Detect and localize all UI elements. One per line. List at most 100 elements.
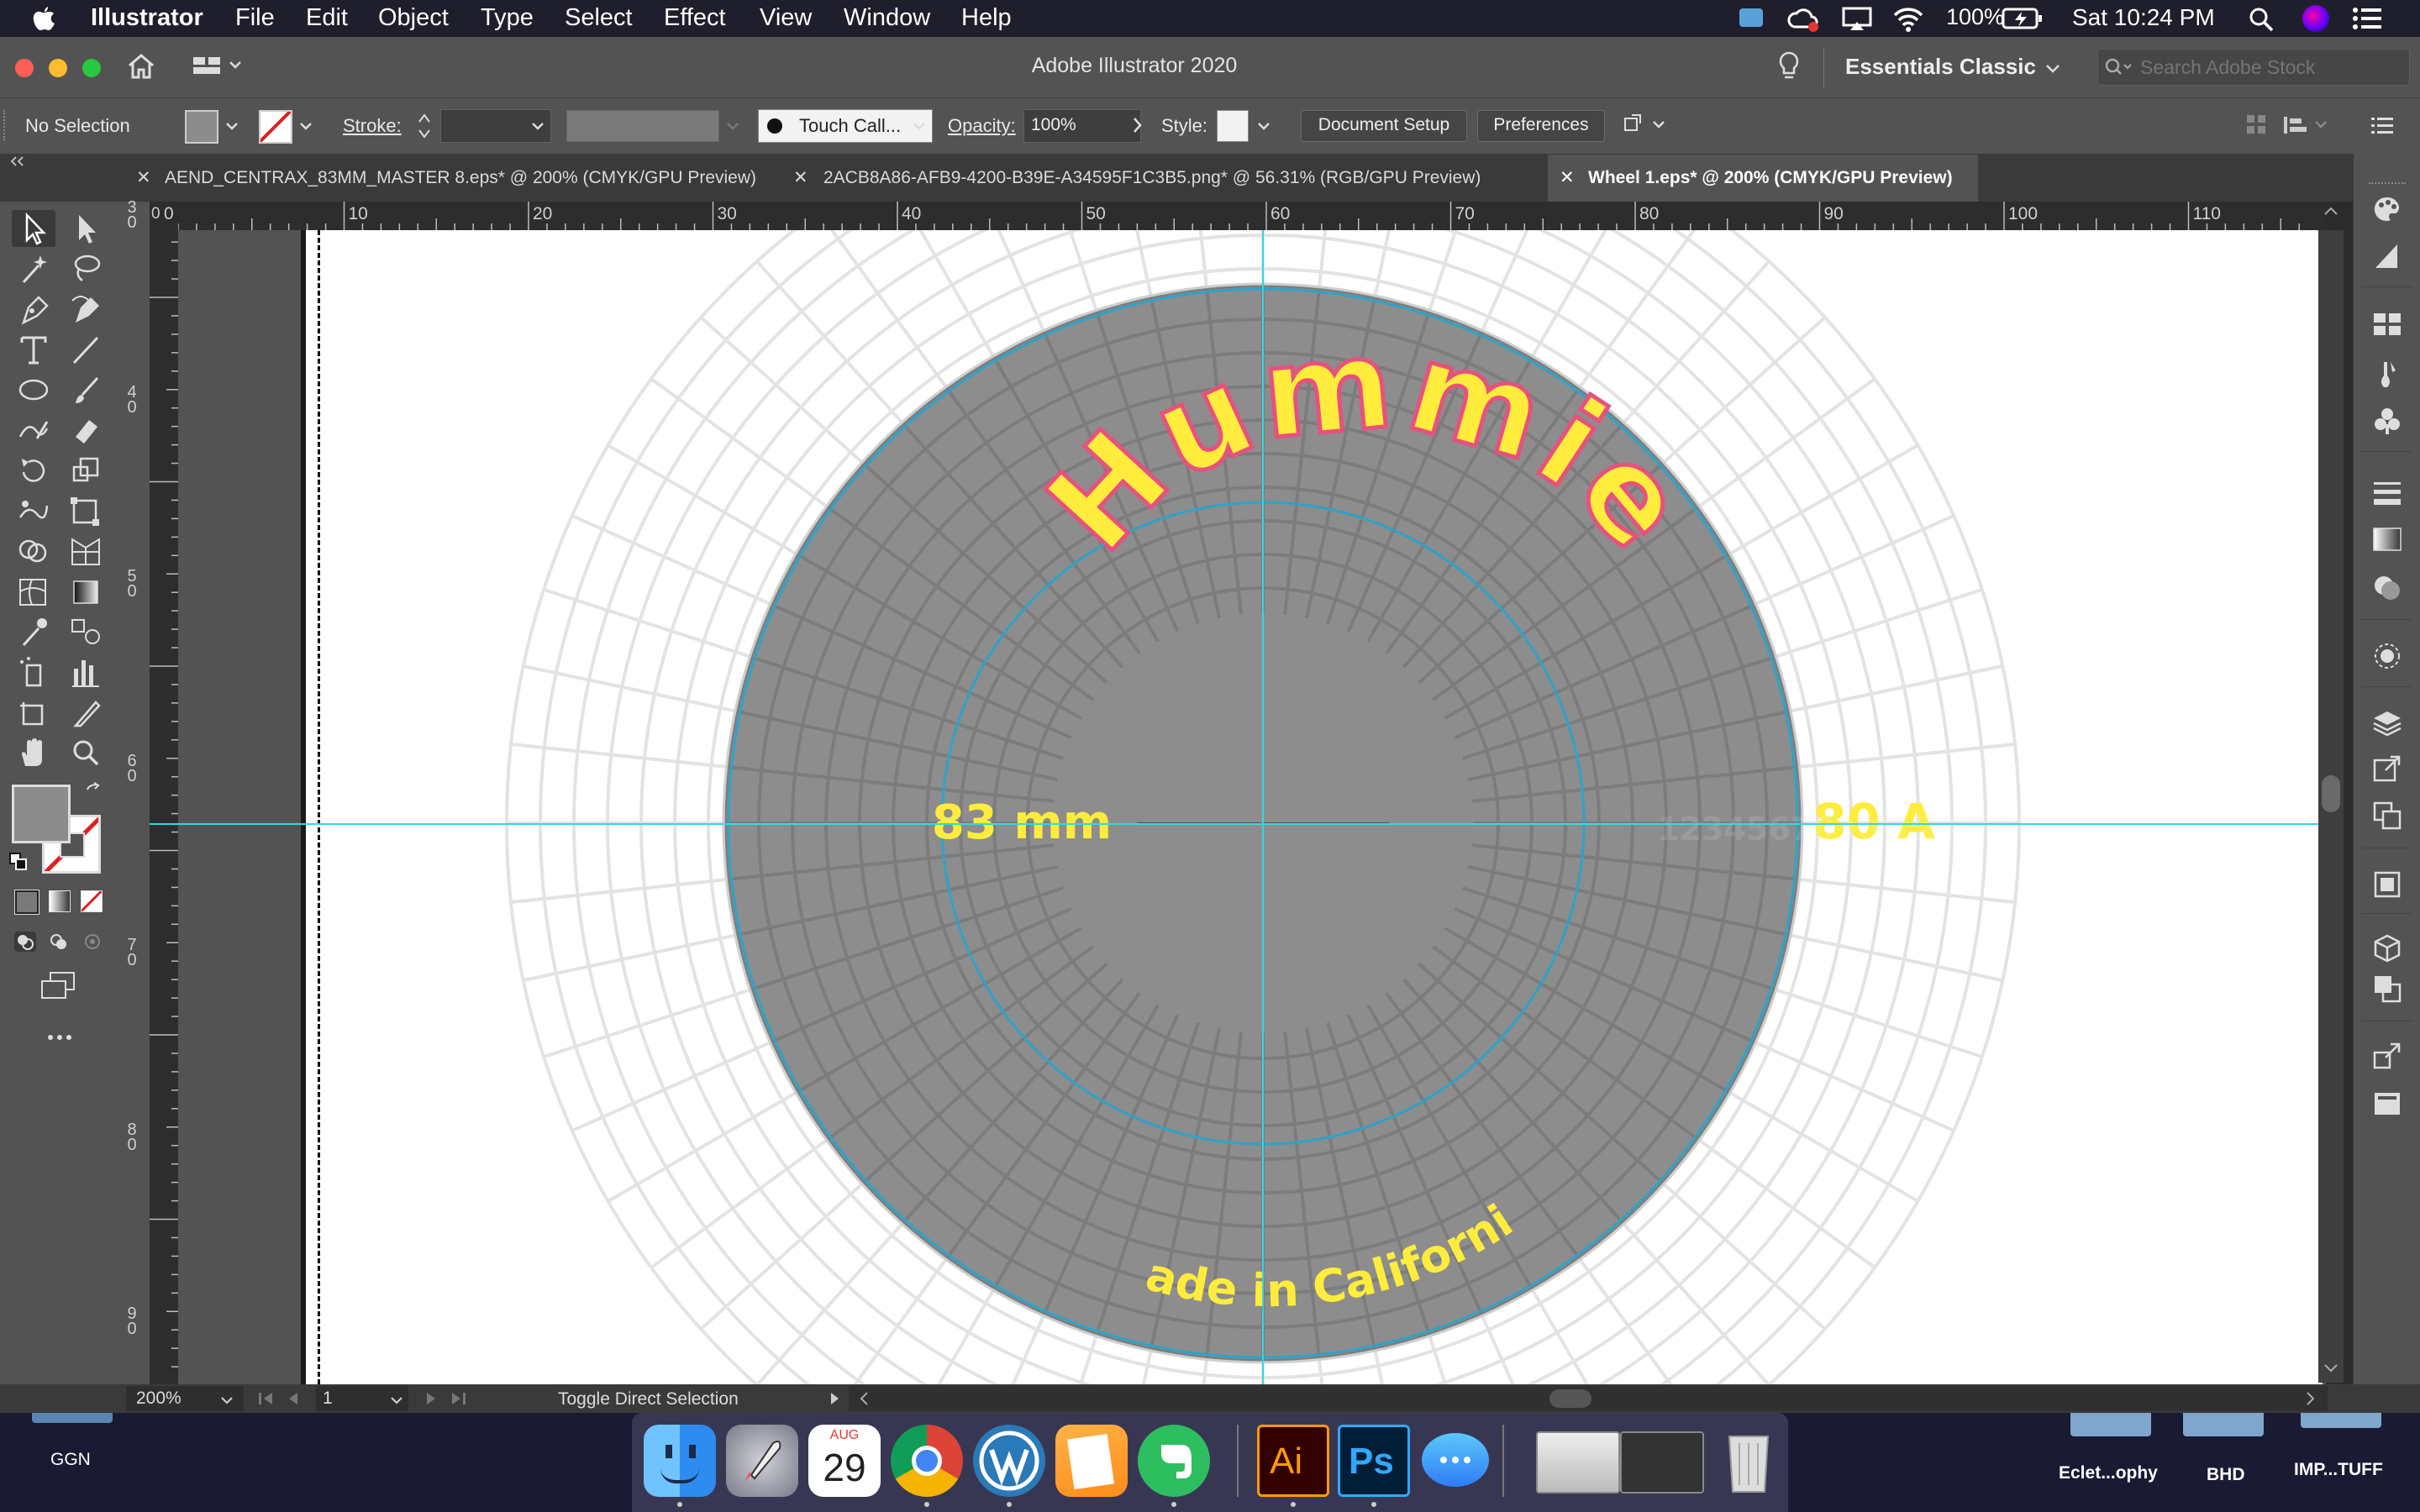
default-fill-stroke-icon[interactable]: [8, 852, 29, 872]
direct-selection-tool[interactable]: [64, 210, 108, 247]
previous-artboard-icon[interactable]: [286, 1391, 301, 1406]
desktop-folder-icon[interactable]: [2183, 1413, 2264, 1436]
free-transform-tool[interactable]: [64, 492, 108, 529]
siri-icon[interactable]: [2302, 5, 2329, 32]
transform-icon[interactable]: [2282, 113, 2333, 137]
control-bar-grip[interactable]: [3, 110, 10, 140]
zoom-window-button[interactable]: [82, 59, 101, 77]
menu-app-name[interactable]: Illustrator: [91, 4, 203, 32]
airplay-icon[interactable]: [1842, 7, 1872, 32]
desktop-item-label[interactable]: GGN: [50, 1450, 91, 1470]
pathfinder-panel-icon[interactable]: [2372, 974, 2402, 1004]
creative-cloud-icon[interactable]: [1786, 7, 1820, 32]
trash-icon[interactable]: [1712, 1425, 1785, 1497]
menu-edit[interactable]: Edit: [306, 4, 348, 32]
pages-icon[interactable]: [1055, 1425, 1128, 1497]
stroke-weight-stepper[interactable]: [417, 108, 432, 144]
hand-tool[interactable]: [12, 734, 55, 771]
arrange-documents-icon[interactable]: [193, 55, 244, 76]
preferences-button[interactable]: Preferences: [1477, 110, 1605, 142]
tab-close-icon[interactable]: ✕: [136, 155, 151, 202]
minimize-window-button[interactable]: [49, 59, 67, 77]
panel-group-grip[interactable]: [2369, 182, 2406, 187]
apple-logo-icon[interactable]: [32, 5, 55, 32]
lightbulb-icon[interactable]: [1778, 50, 1800, 82]
zoom-tool[interactable]: [64, 734, 108, 771]
swatches-panel-icon[interactable]: [2372, 312, 2402, 337]
draw-inside-icon[interactable]: [81, 931, 104, 953]
desktop-folder-icon[interactable]: [32, 1413, 113, 1423]
screenshots-stack-icon[interactable]: [1620, 1431, 1704, 1494]
line-segment-tool[interactable]: [64, 331, 108, 368]
transparency-panel-icon[interactable]: [2372, 572, 2402, 602]
lasso-tool[interactable]: [64, 250, 108, 287]
tab-label[interactable]: 2ACB8A86-AFB9-4200-B39E-A34595F1C3B5.png…: [823, 155, 1481, 202]
opacity-label[interactable]: Opacity:: [948, 115, 1016, 137]
finder-icon[interactable]: [644, 1425, 716, 1497]
downloads-stack-icon[interactable]: [1536, 1431, 1620, 1494]
illustrator-icon[interactable]: Ai: [1257, 1425, 1329, 1497]
variable-width-profile[interactable]: [566, 110, 719, 142]
color-mode-button[interactable]: [14, 890, 39, 915]
desktop-folder-icon[interactable]: [2301, 1413, 2381, 1428]
artwork-canvas[interactable]: Hummie Made in California 83 mm 80 A 123…: [178, 230, 2326, 1384]
mesh-tool[interactable]: [12, 573, 55, 610]
tab-close-icon[interactable]: ✕: [793, 155, 808, 202]
gradient-tool[interactable]: [64, 573, 108, 610]
brushes-panel-icon[interactable]: [2372, 359, 2402, 389]
messages-icon[interactable]: [1418, 1425, 1491, 1497]
chevron-down-icon[interactable]: [2045, 64, 2060, 74]
eraser-tool[interactable]: [64, 412, 108, 449]
eyedropper-tool[interactable]: [12, 613, 55, 650]
color-panel-icon[interactable]: [2372, 194, 2402, 224]
menubar-clock[interactable]: Sat 10:24 PM: [2072, 4, 2215, 31]
align-icon[interactable]: [2245, 113, 2267, 137]
transform-panel-icon[interactable]: [2372, 1041, 2402, 1071]
vertical-scrollbar-thumb[interactable]: [2322, 775, 2340, 812]
draw-normal-icon[interactable]: [13, 931, 37, 953]
properties-panel-icon[interactable]: [2372, 1088, 2402, 1118]
tab-label[interactable]: AEND_CENTRAX_83MM_MASTER 8.eps* @ 200% (…: [165, 155, 756, 202]
chevron-down-icon[interactable]: [1257, 122, 1270, 130]
status-menu-arrow-icon[interactable]: [829, 1391, 840, 1406]
wheel-artwork[interactable]: Hummie Made in California 83 mm 80 A 123…: [304, 230, 2323, 1384]
gradient-panel-icon[interactable]: [2372, 527, 2402, 552]
calendar-icon[interactable]: AUG 29: [808, 1425, 881, 1497]
edit-toolbar-more-icon[interactable]: [47, 1033, 72, 1042]
workspace-switcher[interactable]: Essentials Classic: [1845, 54, 2036, 80]
launchpad-icon[interactable]: [726, 1425, 798, 1497]
document-setup-button[interactable]: Document Setup: [1301, 110, 1467, 142]
color-guide-panel-icon[interactable]: [2372, 241, 2402, 271]
chevron-down-icon[interactable]: [225, 122, 239, 130]
stroke-swatch[interactable]: [259, 110, 292, 144]
panel-menu-icon[interactable]: [2371, 117, 2393, 135]
home-icon[interactable]: [126, 52, 156, 81]
stroke-panel-icon[interactable]: [2372, 480, 2402, 505]
tab-close-icon[interactable]: ✕: [1560, 155, 1575, 202]
photoshop-icon[interactable]: Ps: [1338, 1425, 1410, 1497]
artboards-panel-icon[interactable]: [2372, 801, 2402, 831]
magic-wand-tool[interactable]: [12, 250, 55, 287]
draw-behind-icon[interactable]: [47, 931, 71, 953]
menu-help[interactable]: Help: [961, 4, 1012, 32]
wifi-icon[interactable]: [1892, 5, 1924, 32]
libraries-panel-icon[interactable]: [2372, 869, 2402, 900]
collapse-toolbar-icon[interactable]: [8, 155, 27, 167]
swap-fill-stroke-icon[interactable]: [82, 781, 104, 803]
horizontal-scrollbar-thumb[interactable]: [1549, 1389, 1591, 1408]
chevron-down-icon[interactable]: [220, 1396, 234, 1404]
menu-file[interactable]: File: [235, 4, 275, 32]
next-artboard-icon[interactable]: [424, 1391, 439, 1406]
layers-panel-icon[interactable]: [2372, 708, 2402, 738]
screen-mode-icon[interactable]: [39, 971, 79, 1001]
tool-hint[interactable]: Toggle Direct Selection: [558, 1389, 739, 1410]
warp-tool[interactable]: [12, 492, 55, 529]
blend-tool[interactable]: [64, 613, 108, 650]
gradient-mode-button[interactable]: [49, 890, 71, 912]
first-artboard-icon[interactable]: [257, 1391, 276, 1406]
perspective-grid-tool[interactable]: [64, 533, 108, 570]
search-stock-input[interactable]: [2139, 53, 2402, 81]
wordpress-icon[interactable]: [973, 1425, 1045, 1497]
menu-select[interactable]: Select: [565, 4, 633, 32]
3d-materials-panel-icon[interactable]: [2372, 933, 2402, 963]
